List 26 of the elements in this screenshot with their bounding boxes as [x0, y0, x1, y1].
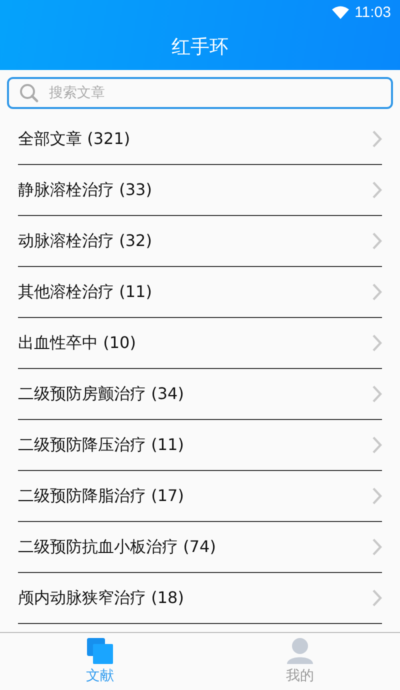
app-title: 红手环 [172, 35, 228, 60]
wifi-icon [332, 6, 349, 18]
chevron-icon [372, 181, 382, 199]
search-field[interactable]: 搜索文章 [7, 77, 393, 109]
chevron-icon [372, 334, 382, 352]
category-item[interactable]: 二级预防抗血小板治疗 (74) [18, 536, 216, 558]
category-item[interactable]: 二级预防房颤治疗 (34) [18, 384, 184, 404]
category-item[interactable]: 二级预防降压治疗 (11) [18, 434, 184, 456]
category-item[interactable]: 动脉溶栓治疗 (32) [18, 230, 152, 252]
documents-icon [87, 638, 113, 664]
clock-time: 11:03 [354, 4, 391, 20]
chevron-icon [372, 283, 382, 301]
category-item[interactable]: 二级预防降脂治疗 (17) [18, 486, 184, 506]
category-item[interactable]: 静脉溶栓治疗 (33) [18, 180, 152, 200]
category-item[interactable]: 颅内动脉狭窄治疗 (18) [18, 588, 184, 608]
category-item[interactable]: 全部文章 (321) [18, 128, 130, 150]
chevron-icon [372, 436, 382, 454]
chevron-icon [372, 487, 382, 505]
chevron-icon [372, 232, 382, 250]
category-item[interactable]: 其他溶栓治疗 (11) [18, 282, 152, 302]
chevron-icon [372, 385, 382, 403]
chevron-icon [372, 589, 382, 607]
chevron-icon [372, 538, 382, 556]
person-icon [287, 638, 313, 664]
chevron-icon [372, 130, 382, 148]
category-item[interactable]: 出血性卒中 (10) [18, 332, 136, 354]
